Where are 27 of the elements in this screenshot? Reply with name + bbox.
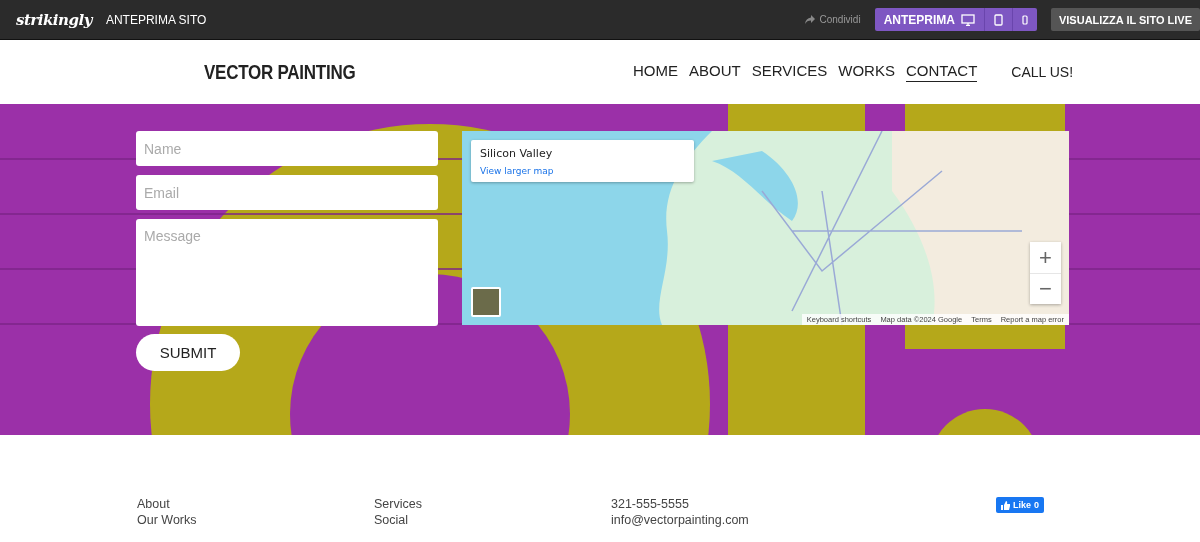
footer-link[interactable]: 321-555-5555 <box>611 497 848 511</box>
nav-link[interactable]: HOME <box>633 62 678 82</box>
brand-logo: strikingly <box>16 10 92 29</box>
view-live-site-button[interactable]: VISUALIZZA IL SITO LIVE <box>1050 8 1200 31</box>
call-us-link[interactable]: CALL US! <box>1011 64 1074 80</box>
message-field[interactable]: Message <box>136 219 438 326</box>
zoom-in-button[interactable]: + <box>1030 242 1061 273</box>
text-field[interactable]: Name <box>136 131 438 166</box>
footer-link[interactable]: info@vectorpainting.com <box>611 513 848 527</box>
preview-title: ANTEPRIMA SITO <box>105 12 207 27</box>
nav-link[interactable]: WORKS <box>838 62 895 82</box>
footer-link[interactable]: Our Works <box>137 513 374 527</box>
nav-link[interactable]: SERVICES <box>751 62 828 82</box>
footer-link[interactable]: About <box>137 497 374 511</box>
nav-link[interactable]: CONTACT <box>905 62 978 82</box>
text-field[interactable]: Email <box>136 175 438 210</box>
submit-button[interactable]: SUBMIT <box>136 334 240 371</box>
larger-map-link[interactable]: View larger map <box>480 166 554 176</box>
place-name: Silicon Valley <box>480 147 554 160</box>
site-brand: VECTOR PAINTING <box>204 60 357 84</box>
like-button[interactable]: Like 0 <box>996 497 1045 513</box>
share-link[interactable]: Condividi <box>819 14 861 25</box>
zoom-out-button[interactable]: − <box>1030 273 1061 304</box>
desktop-preview-button[interactable]: ANTEPRIMA <box>874 8 985 31</box>
footer-link[interactable]: Social <box>374 513 611 527</box>
footer-link[interactable]: Services <box>374 497 611 511</box>
nav-link[interactable]: ABOUT <box>689 62 741 82</box>
